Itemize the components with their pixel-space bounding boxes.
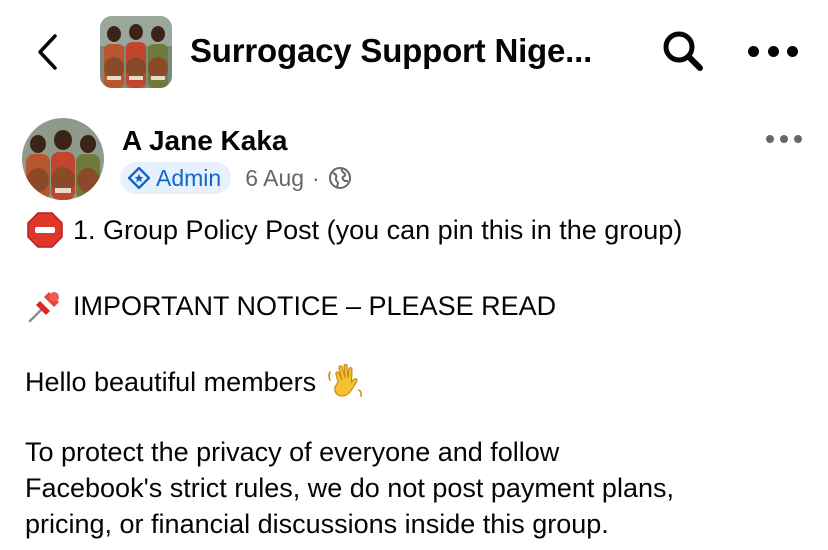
more-dot [767, 45, 779, 57]
group-cover-image [100, 16, 172, 88]
post-paragraph: To protect the privacy of everyone and f… [25, 434, 815, 542]
more-dot [794, 135, 802, 143]
admin-badge-label: Admin [156, 165, 222, 191]
post-meta: Admin 6 Aug · [120, 162, 352, 194]
search-button[interactable] [660, 28, 706, 74]
waving-hand-emoji [326, 362, 366, 402]
meta-separator: · [312, 164, 320, 191]
group-cover-thumbnail[interactable] [100, 16, 172, 88]
more-horizontal-icon [748, 45, 759, 57]
admin-shield-icon [128, 167, 150, 189]
more-dot [787, 45, 798, 57]
post-more-options-button[interactable] [766, 132, 802, 146]
more-dot [780, 135, 788, 143]
post-text-line: Facebook's strict rules, we do not post … [25, 473, 674, 503]
post-paragraph: 1. Group Policy Post (you can pin this i… [25, 210, 815, 250]
post-text-line: To protect the privacy of everyone and f… [25, 437, 560, 467]
back-button[interactable] [30, 30, 64, 74]
post-author-name[interactable]: A Jane Kaka [122, 124, 288, 158]
more-horizontal-icon [766, 135, 774, 143]
stop-sign-emoji [25, 210, 65, 250]
post-text-line: IMPORTANT NOTICE – PLEASE READ [73, 291, 557, 321]
post-paragraph: IMPORTANT NOTICE – PLEASE READ [25, 286, 815, 326]
group-title[interactable]: Surrogacy Support Nige... [190, 30, 610, 72]
search-icon [663, 31, 703, 71]
pushpin-emoji [25, 286, 65, 326]
top-bar: Surrogacy Support Nige... [0, 0, 828, 102]
post-date[interactable]: 6 Aug [245, 162, 304, 194]
post-text-line: pricing, or financial discussions inside… [25, 509, 609, 539]
globe-icon [328, 167, 351, 189]
avatar[interactable] [22, 118, 104, 200]
post-text-line: Hello beautiful members [25, 367, 317, 397]
post-header: A Jane Kaka Admin 6 Aug · [0, 110, 828, 200]
post-body: 1. Group Policy Post (you can pin this i… [25, 210, 815, 542]
post-paragraph: Hello beautiful members [25, 362, 815, 402]
chevron-left-icon [38, 34, 57, 70]
post-text-line: 1. Group Policy Post (you can pin this i… [73, 215, 683, 245]
avatar-image [22, 118, 104, 200]
more-options-button[interactable] [748, 38, 798, 64]
admin-badge[interactable]: Admin [120, 162, 232, 194]
